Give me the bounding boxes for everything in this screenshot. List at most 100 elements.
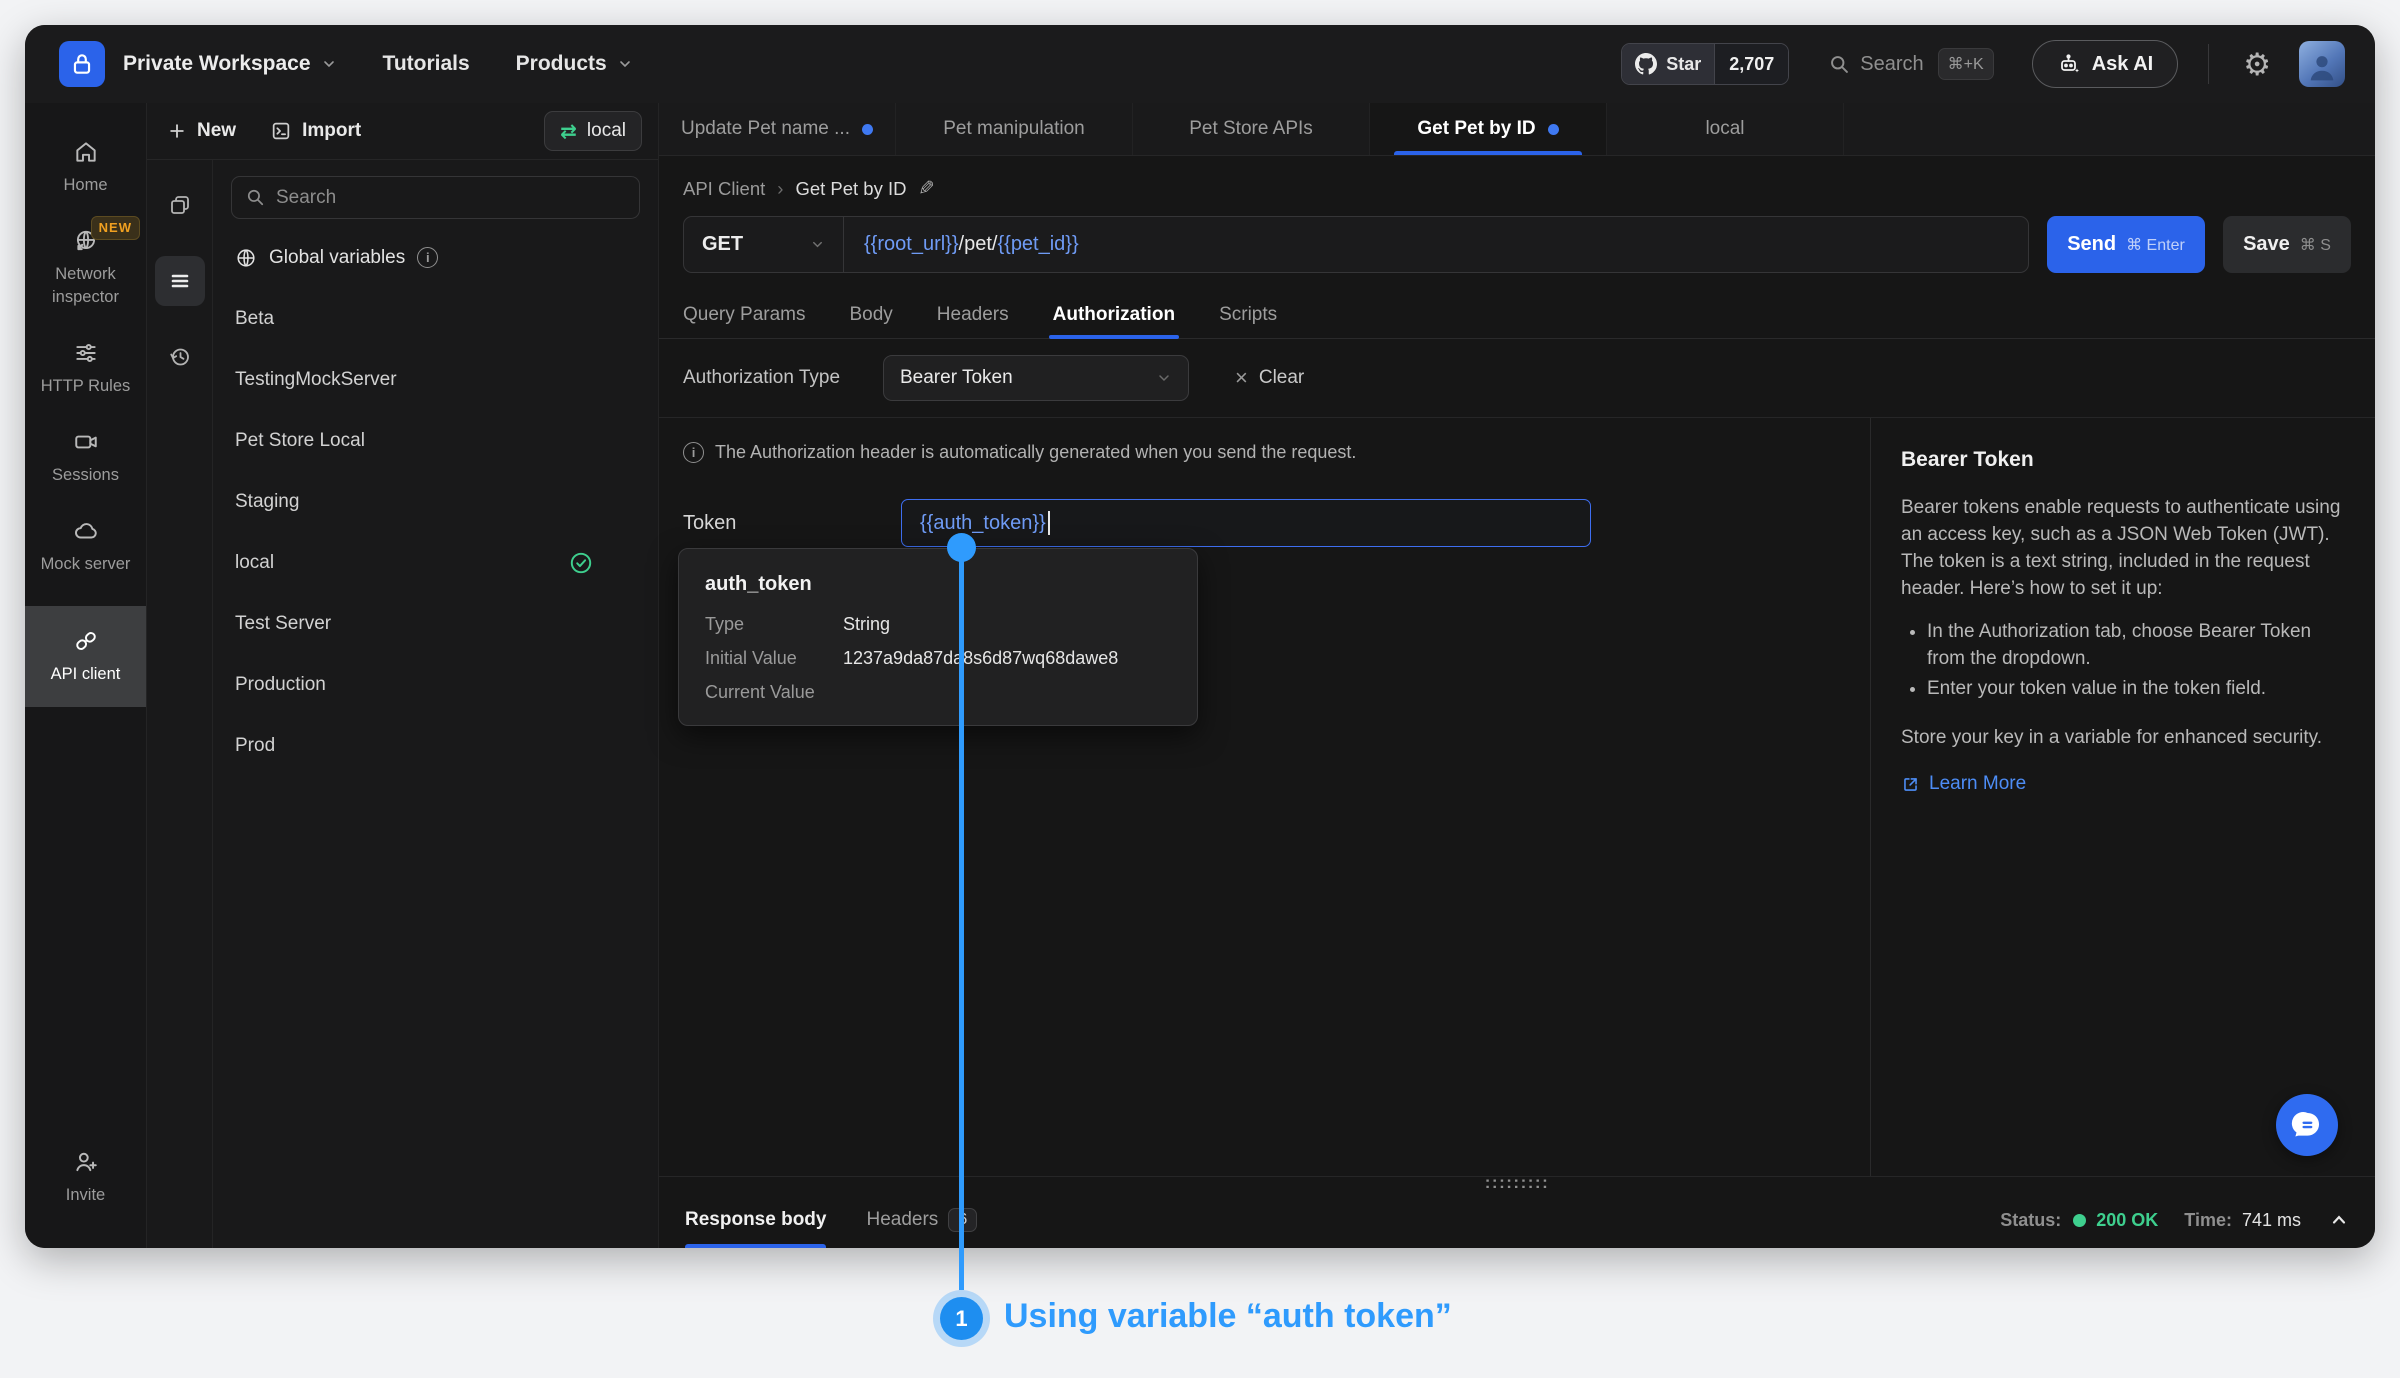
environment-list: Search Global variables i Beta TestingMo… [213, 160, 658, 1248]
search-shortcut: ⌘+K [1938, 48, 1994, 80]
sidebar-item-http-rules[interactable]: HTTP Rules [25, 324, 146, 413]
clear-auth-button[interactable]: × Clear [1235, 365, 1304, 391]
plug-icon [73, 628, 99, 654]
annotation-anchor-dot [947, 533, 976, 562]
send-shortcut: ⌘ Enter [2126, 235, 2185, 255]
response-bar: Response body Headers 6 Status: 200 OK T… [659, 1192, 2375, 1248]
topbar-divider [2208, 44, 2209, 84]
method-select[interactable]: GET [684, 217, 844, 272]
globe-icon [235, 247, 257, 269]
tab-authorization[interactable]: Authorization [1053, 291, 1175, 338]
video-camera-icon [73, 429, 99, 455]
tab-update-pet-name[interactable]: Update Pet name ... [659, 103, 896, 155]
variable-initial-value-row: Initial Value 1237a9da87da8s6d87wq68dawe… [705, 648, 1171, 669]
annotation-line [959, 547, 964, 1290]
chevron-up-icon[interactable] [2329, 1210, 2349, 1230]
home-icon [73, 139, 99, 165]
authorization-type-select[interactable]: Bearer Token [883, 355, 1189, 401]
chevron-down-icon [617, 56, 633, 72]
global-search[interactable]: Search ⌘+K [1829, 48, 1993, 80]
nav-products[interactable]: Products [516, 52, 633, 76]
token-row: Token {{auth_token}} [683, 499, 1846, 547]
environment-item[interactable]: Pet Store Local [231, 410, 640, 471]
unsaved-dot [862, 124, 873, 135]
rail-spacer [25, 707, 146, 1133]
cloud-icon [73, 518, 99, 544]
nav-tutorials[interactable]: Tutorials [383, 52, 470, 76]
environment-search-input[interactable]: Search [231, 176, 640, 219]
tab-scripts[interactable]: Scripts [1219, 291, 1277, 338]
gear-icon[interactable]: ⚙ [2243, 49, 2271, 80]
environment-item[interactable]: Test Server [231, 593, 640, 654]
breadcrumb: API Client › Get Pet by ID ✎ [683, 176, 2351, 201]
environment-item[interactable]: Beta [231, 288, 640, 349]
mini-rail [147, 160, 213, 1248]
learn-more-link[interactable]: Learn More [1901, 773, 2341, 795]
status-value: 200 OK [2096, 1210, 2158, 1231]
tab-headers[interactable]: Headers [937, 291, 1009, 338]
star-count: 2,707 [1714, 44, 1788, 84]
tab-local[interactable]: local [1607, 103, 1844, 155]
tab-pet-store-apis[interactable]: Pet Store APIs [1133, 103, 1370, 155]
sidebar-item-home[interactable]: Home [25, 123, 146, 212]
environment-switcher-button[interactable]: ⇄ local [544, 111, 642, 151]
breadcrumb-root[interactable]: API Client [683, 178, 765, 200]
avatar[interactable] [2299, 41, 2345, 87]
global-variables-row[interactable]: Global variables i [231, 227, 640, 288]
save-button[interactable]: Save ⌘ S [2223, 216, 2351, 273]
ask-ai-button[interactable]: Ask AI [2032, 40, 2179, 88]
tab-response-body[interactable]: Response body [685, 1192, 826, 1248]
topbar-right: Star 2,707 Search ⌘+K Ask AI ⚙ [1621, 40, 2345, 88]
app-body: Home NEW Networkinspector HTTP Rules Ses… [25, 103, 2375, 1248]
environment-item[interactable]: TestingMockServer [231, 349, 640, 410]
unsaved-dot [1548, 124, 1559, 135]
sidebar-item-invite[interactable]: Invite [25, 1133, 146, 1222]
swap-arrows-icon: ⇄ [560, 119, 577, 144]
annotation-step-number: 1 [940, 1297, 983, 1340]
sidebar-item-mock-server[interactable]: Mock server [25, 502, 146, 591]
left-rail: Home NEW Networkinspector HTTP Rules Ses… [25, 103, 147, 1248]
drag-handle-dots: ::::::::: [1485, 1173, 1549, 1193]
sidebar-item-sessions[interactable]: Sessions [25, 413, 146, 502]
panel-resize-handle[interactable]: ::::::::: [659, 1176, 2375, 1192]
tab-query-params[interactable]: Query Params [683, 291, 805, 338]
environment-item[interactable]: Production [231, 654, 640, 715]
chat-fab-button[interactable] [2276, 1094, 2338, 1156]
request-config-tabs: Query Params Body Headers Authorization … [659, 291, 2375, 339]
check-circle-icon [568, 550, 594, 576]
sidebar-item-api-client[interactable]: API client [25, 606, 146, 707]
edit-pencil-icon[interactable]: ✎ [918, 176, 935, 201]
workspace-switcher[interactable]: Private Workspace [123, 52, 337, 76]
send-button[interactable]: Send ⌘ Enter [2047, 216, 2205, 273]
collections-icon[interactable] [155, 180, 205, 230]
plus-icon [167, 121, 187, 141]
github-icon [1635, 53, 1657, 75]
history-icon[interactable] [155, 332, 205, 382]
sidebar-item-network-inspector[interactable]: NEW Networkinspector [25, 212, 146, 324]
token-input[interactable]: {{auth_token}} [901, 499, 1591, 547]
environment-item[interactable]: Staging [231, 471, 640, 532]
import-button[interactable]: Import [270, 120, 361, 142]
status-dot [2073, 1214, 2086, 1227]
request-tabstrip: Update Pet name ... Pet manipulation Pet… [659, 103, 2375, 156]
app-logo[interactable] [59, 41, 105, 87]
tab-get-pet-by-id[interactable]: Get Pet by ID [1370, 103, 1607, 155]
authorization-type-row: Authorization Type Bearer Token × Clear [659, 339, 2375, 417]
status-label: Status: [2000, 1210, 2061, 1231]
tab-body[interactable]: Body [849, 291, 892, 338]
environment-item-active[interactable]: local [231, 532, 640, 593]
search-icon [1829, 54, 1850, 75]
url-input[interactable]: {{root_url}}/pet/{{pet_id}} [844, 217, 2028, 272]
annotation-step-marker: 1 [933, 1290, 990, 1347]
sidebar-label: Networkinspector [52, 263, 119, 308]
environment-item[interactable]: Prod [231, 715, 640, 776]
authorization-content: i The Authorization header is automatica… [659, 418, 2375, 1176]
time-label: Time: [2184, 1210, 2232, 1231]
chevron-down-icon [810, 237, 825, 252]
environments-icon[interactable] [155, 256, 205, 306]
collections-panel: New Import ⇄ local [147, 103, 659, 1248]
new-button[interactable]: New [167, 120, 236, 142]
tab-pet-manipulation[interactable]: Pet manipulation [896, 103, 1133, 155]
authorization-info: i The Authorization header is automatica… [683, 442, 1846, 463]
github-star-button[interactable]: Star 2,707 [1621, 43, 1789, 85]
